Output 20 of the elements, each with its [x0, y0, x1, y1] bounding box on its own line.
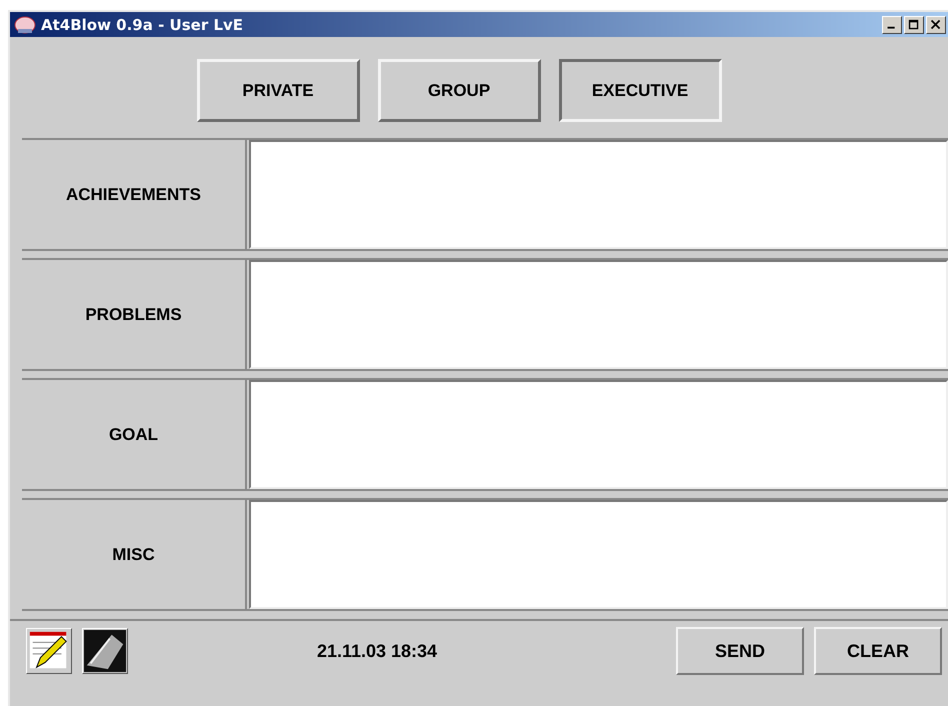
tab[interactable]: PRIVATE: [196, 59, 360, 122]
timestamp: 21.11.03 18:34: [316, 640, 438, 662]
send-button[interactable]: SEND: [676, 627, 804, 675]
section-label: GOAL: [22, 380, 247, 489]
input-field[interactable]: [249, 380, 948, 489]
input-field[interactable]: [249, 260, 948, 369]
maximize-icon[interactable]: [904, 16, 924, 34]
clear-button[interactable]: CLEAR: [814, 627, 942, 675]
close-icon[interactable]: [926, 16, 946, 34]
tab[interactable]: GROUP: [378, 59, 540, 122]
input-field[interactable]: [249, 500, 948, 609]
window-title: At4Blow 0.9a - User LvE: [41, 16, 244, 34]
input-field[interactable]: [249, 140, 948, 249]
notepad-pen-icon[interactable]: [26, 628, 72, 674]
minimize-icon[interactable]: [882, 16, 902, 34]
section-label: ACHIEVEMENTS: [22, 140, 247, 249]
tab[interactable]: EXECUTIVE: [558, 59, 722, 122]
section-label: MISC: [22, 500, 247, 609]
section-label: PROBLEMS: [22, 260, 247, 369]
app-icon: [14, 14, 36, 34]
